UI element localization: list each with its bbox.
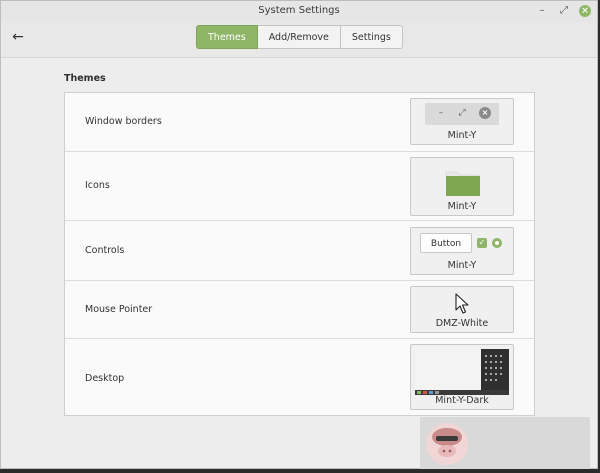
mouse-pointer-icon (455, 293, 469, 314)
tab-settings[interactable]: Settings (340, 25, 403, 49)
row-label: Controls (85, 245, 125, 256)
monkey-logo-icon (426, 423, 468, 465)
title-bar: System Settings – ⤢ × (1, 1, 597, 22)
minimize-icon: – (438, 108, 444, 118)
maximize-button[interactable]: ⤢ (557, 4, 571, 18)
section-title-themes: Themes (64, 73, 106, 84)
tab-add-remove[interactable]: Add/Remove (257, 25, 341, 49)
chooser-value: Mint-Y-Dark (435, 395, 489, 406)
close-icon: × (479, 107, 491, 119)
window-buttons-preview-icon: – ⤢ × (425, 103, 499, 125)
row-label: Icons (85, 180, 110, 191)
folder-icon (445, 171, 481, 196)
row-mouse-pointer: Mouse Pointer DMZ-White (65, 281, 534, 339)
row-label: Mouse Pointer (85, 304, 153, 315)
desktop-chooser-button[interactable]: Mint-Y-Dark (410, 344, 514, 410)
close-button[interactable]: × (579, 5, 591, 17)
controls-chooser-button[interactable]: Button ✓ Mint-Y (410, 227, 514, 275)
chooser-value: DMZ-White (435, 318, 489, 329)
desktop-thumbnail-icon (415, 347, 509, 395)
row-window-borders: Window borders – ⤢ × Mint-Y (65, 93, 534, 152)
chooser-value: Mint-Y (447, 201, 477, 212)
window-borders-chooser-button[interactable]: – ⤢ × Mint-Y (410, 98, 514, 145)
mouse-pointer-chooser-button[interactable]: DMZ-White (410, 286, 514, 333)
tab-switcher: Themes Add/Remove Settings (196, 25, 403, 49)
webcam-overlay (420, 417, 590, 469)
checkbox-checked-icon: ✓ (477, 238, 487, 248)
row-label: Window borders (85, 116, 162, 127)
minimize-button[interactable]: – (535, 4, 549, 18)
row-label: Desktop (85, 373, 125, 384)
tab-themes[interactable]: Themes (196, 25, 258, 49)
header-bar: ← Themes Add/Remove Settings (1, 22, 597, 58)
row-controls: Controls Button ✓ Mint-Y (65, 221, 534, 281)
row-icons: Icons Mint-Y (65, 152, 534, 221)
window-title: System Settings (258, 5, 340, 16)
chooser-value: Mint-Y (447, 260, 477, 271)
chooser-value: Mint-Y (447, 130, 477, 141)
maximize-icon: ⤢ (458, 108, 466, 118)
menu-thumbnail (481, 349, 509, 391)
radio-selected-icon (492, 238, 502, 248)
row-desktop: Desktop Mint-Y-Dark (65, 339, 534, 415)
themes-panel: Window borders – ⤢ × Mint-Y Icons Mint-Y (64, 92, 535, 416)
sample-button: Button (420, 233, 472, 253)
settings-window: System Settings – ⤢ × ← Themes Add/Remov… (0, 0, 598, 469)
back-arrow-icon[interactable]: ← (9, 28, 27, 46)
icons-chooser-button[interactable]: Mint-Y (410, 157, 514, 216)
